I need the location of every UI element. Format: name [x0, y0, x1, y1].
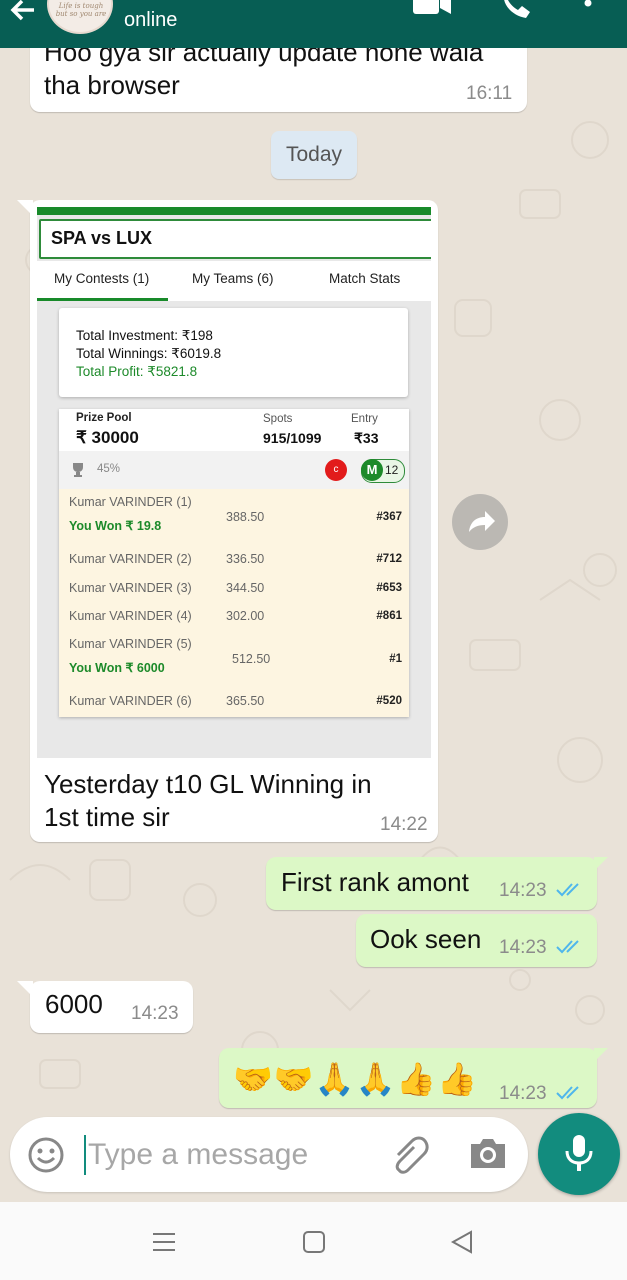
entry-label: Entry [351, 413, 378, 425]
camera-icon[interactable] [468, 1136, 508, 1172]
prize-pool-card: Prize Pool ₹ 30000 Spots 915/1099 Entry … [59, 409, 409, 717]
team-points: 344.50 [226, 581, 265, 595]
more-vert-icon[interactable] [582, 0, 594, 16]
team-won: You Won ₹ 19.8 [69, 519, 162, 533]
message-outgoing[interactable]: Ook seen 14:23 [356, 914, 597, 967]
team-name: Kumar VARINDER (3) [69, 581, 192, 595]
message-time: 16:11 [466, 83, 513, 104]
team-rank: #861 [376, 610, 402, 622]
message-text: First rank amont [281, 867, 469, 897]
voice-call-icon[interactable] [500, 0, 534, 20]
tab-my-teams: My Teams (6) [192, 271, 274, 286]
entry-value: ₹33 [354, 430, 379, 446]
team-points: 336.50 [226, 552, 265, 566]
m-count: 12 [385, 463, 399, 477]
prize-pool-value: ₹ 30000 [76, 428, 139, 447]
summary-card: Total Investment: ₹198 Total Winnings: ₹… [59, 308, 408, 397]
total-investment: Total Investment: ₹198 [76, 328, 213, 343]
team-name: Kumar VARINDER (1) [69, 495, 192, 509]
message-time: 14:23 [499, 880, 547, 901]
team-rows: Kumar VARINDER (1) You Won ₹ 19.8 388.50… [59, 489, 409, 717]
message-time: 14:23 [499, 1083, 547, 1104]
caption-line1: Yesterday t10 GL Winning in [44, 769, 372, 799]
forward-icon [469, 511, 495, 532]
chat-header: Life is tough but so you are online [0, 0, 627, 48]
emoji-message-text: 🤝🤝🙏🙏👍👍 [233, 1061, 479, 1097]
prize-pool-label: Prize Pool [76, 412, 132, 424]
total-winnings: Total Winnings: ₹6019.8 [76, 346, 222, 361]
contact-avatar[interactable]: Life is tough but so you are [47, 0, 113, 34]
back-icon[interactable] [450, 1230, 474, 1254]
text-caret [84, 1135, 86, 1175]
message-text: 6000 [45, 989, 103, 1019]
bubble-tail [594, 857, 608, 871]
contest-screenshot-image[interactable]: SPA vs LUX My Contests (1) My Teams (6) … [37, 207, 431, 758]
team-won: You Won ₹ 6000 [69, 661, 165, 675]
contest-tabs: My Contests (1) My Teams (6) Match Stats [37, 261, 431, 301]
total-profit: Total Profit: ₹5821.8 [76, 364, 198, 379]
forward-button[interactable] [452, 494, 508, 550]
match-title: SPA vs LUX [51, 228, 153, 248]
message-text: Ook seen [370, 924, 482, 954]
team-rank: #520 [376, 695, 402, 707]
bubble-tail [17, 200, 33, 216]
message-text-line2: tha browser [44, 70, 180, 100]
match-title-box: SPA vs LUX [39, 219, 431, 259]
bubble-tail [17, 981, 33, 997]
pool-info-strip: 45% c M 12 [59, 451, 409, 489]
team-rank: #712 [376, 553, 402, 565]
team-points: 365.50 [226, 694, 265, 708]
team-rank: #367 [376, 511, 402, 523]
spots-label: Spots [263, 413, 293, 425]
active-tab-indicator [37, 298, 168, 301]
message-time: 14:23 [131, 1003, 179, 1024]
team-rank: #653 [376, 582, 402, 594]
message-incoming[interactable]: 6000 14:23 [17, 981, 193, 1033]
team-points: 512.50 [232, 652, 271, 666]
date-chip: Today [271, 131, 357, 179]
video-call-icon[interactable] [413, 0, 453, 16]
contact-status: online [124, 9, 178, 31]
mic-icon [565, 1135, 593, 1171]
caption-line2: 1st time sir [44, 802, 170, 832]
message-input[interactable]: Type a message [88, 1138, 308, 1172]
team-points: 388.50 [226, 510, 265, 524]
message-time: 14:22 [380, 814, 428, 835]
read-ticks-icon [556, 883, 579, 897]
team-name: Kumar VARINDER (2) [69, 552, 192, 566]
read-ticks-icon [556, 940, 579, 954]
menu-icon[interactable] [152, 1230, 176, 1254]
home-icon[interactable] [302, 1230, 326, 1254]
team-name: Kumar VARINDER (5) [69, 637, 192, 651]
bubble-tail [594, 1048, 608, 1062]
message-time: 14:23 [499, 937, 547, 958]
team-name: Kumar VARINDER (6) [69, 694, 192, 708]
avatar-caption: Life is tough but so you are [55, 2, 107, 18]
team-rank: #1 [389, 653, 402, 665]
back-arrow-icon[interactable] [4, 0, 40, 26]
m-badge-pill: M 12 [361, 459, 405, 483]
trophy-icon [73, 463, 83, 477]
read-ticks-icon [556, 1086, 579, 1100]
c-badge: c [325, 459, 347, 481]
tab-match-stats: Match Stats [329, 271, 401, 286]
system-navbar [0, 1202, 627, 1280]
image-top-bar [37, 207, 431, 215]
team-name: Kumar VARINDER (4) [69, 609, 192, 623]
mic-button[interactable] [538, 1113, 620, 1195]
message-outgoing[interactable]: First rank amont 14:23 [266, 857, 608, 910]
emoji-icon[interactable] [26, 1135, 66, 1175]
spots-value: 915/1099 [263, 430, 322, 446]
m-badge: M [361, 459, 383, 481]
win-percent: 45% [97, 463, 121, 475]
tab-my-contests: My Contests (1) [54, 271, 150, 286]
team-points: 302.00 [226, 609, 265, 623]
attach-icon[interactable] [388, 1135, 432, 1177]
